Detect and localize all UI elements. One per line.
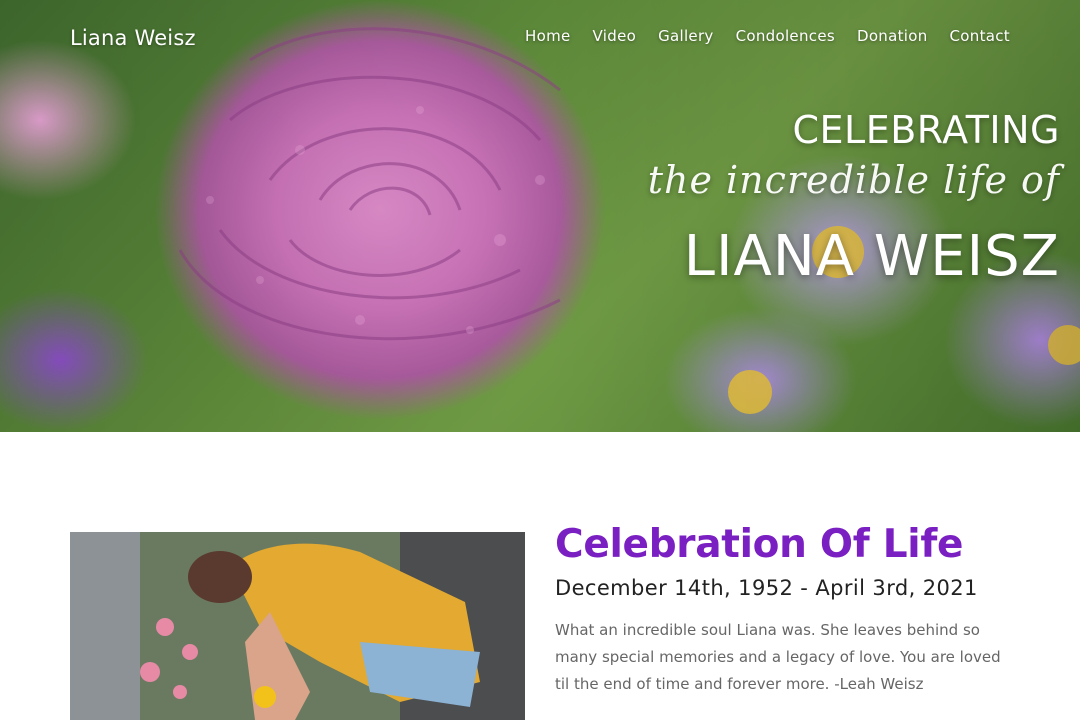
hero-heading: CELEBRATING the incredible life of LIANA… [648, 108, 1060, 289]
nav-gallery[interactable]: Gallery [658, 27, 714, 45]
section-title: Celebration Of Life [555, 522, 964, 567]
hero-line-incredible-life: the incredible life of [647, 158, 1060, 202]
site-logo[interactable]: Liana Weisz [70, 26, 196, 50]
woman-smelling-flowers-image [70, 532, 525, 720]
nav-donation[interactable]: Donation [857, 27, 928, 45]
nav-condolences[interactable]: Condolences [736, 27, 835, 45]
nav-video[interactable]: Video [593, 27, 637, 45]
memorial-photo [70, 532, 525, 720]
nav-home[interactable]: Home [525, 27, 571, 45]
main-nav: Home Video Gallery Condolences Donation … [525, 27, 1010, 45]
hero-banner: Liana Weisz Home Video Gallery Condolenc… [0, 0, 1080, 432]
tribute-text: What an incredible soul Liana was. She l… [555, 621, 1001, 693]
life-dates: December 14th, 1952 - April 3rd, 2021 [555, 576, 978, 600]
hero-line-celebrating: CELEBRATING [792, 108, 1060, 152]
hero-name: LIANA WEISZ [683, 224, 1060, 289]
nav-contact[interactable]: Contact [950, 27, 1010, 45]
